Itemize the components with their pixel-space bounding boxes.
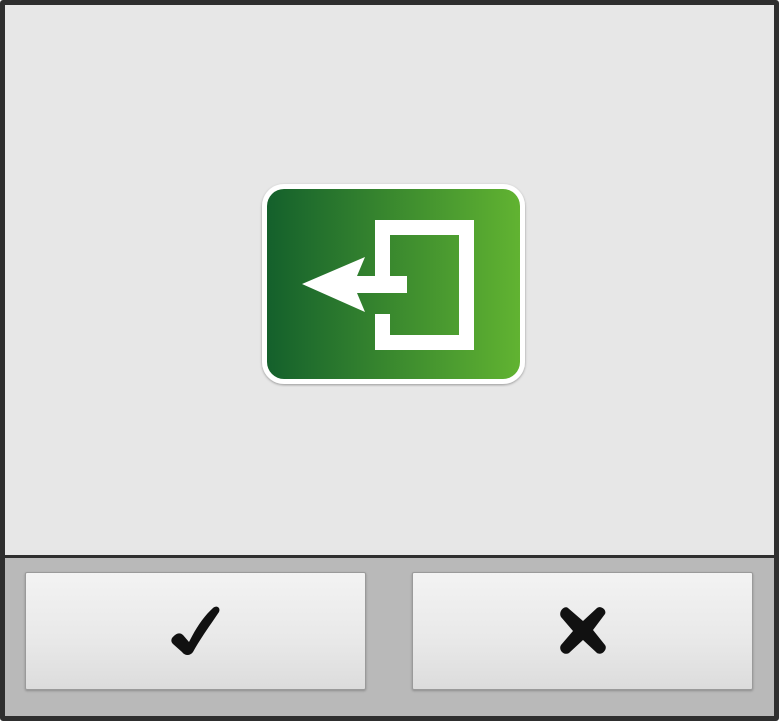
checkmark-icon (170, 606, 219, 655)
cancel-button[interactable] (412, 572, 753, 690)
cross-icon (559, 607, 606, 654)
button-bar (5, 558, 774, 716)
exit-icon (259, 181, 528, 387)
dialog-content (5, 5, 774, 555)
exit-confirmation-dialog (0, 0, 779, 721)
confirm-button[interactable] (25, 572, 366, 690)
